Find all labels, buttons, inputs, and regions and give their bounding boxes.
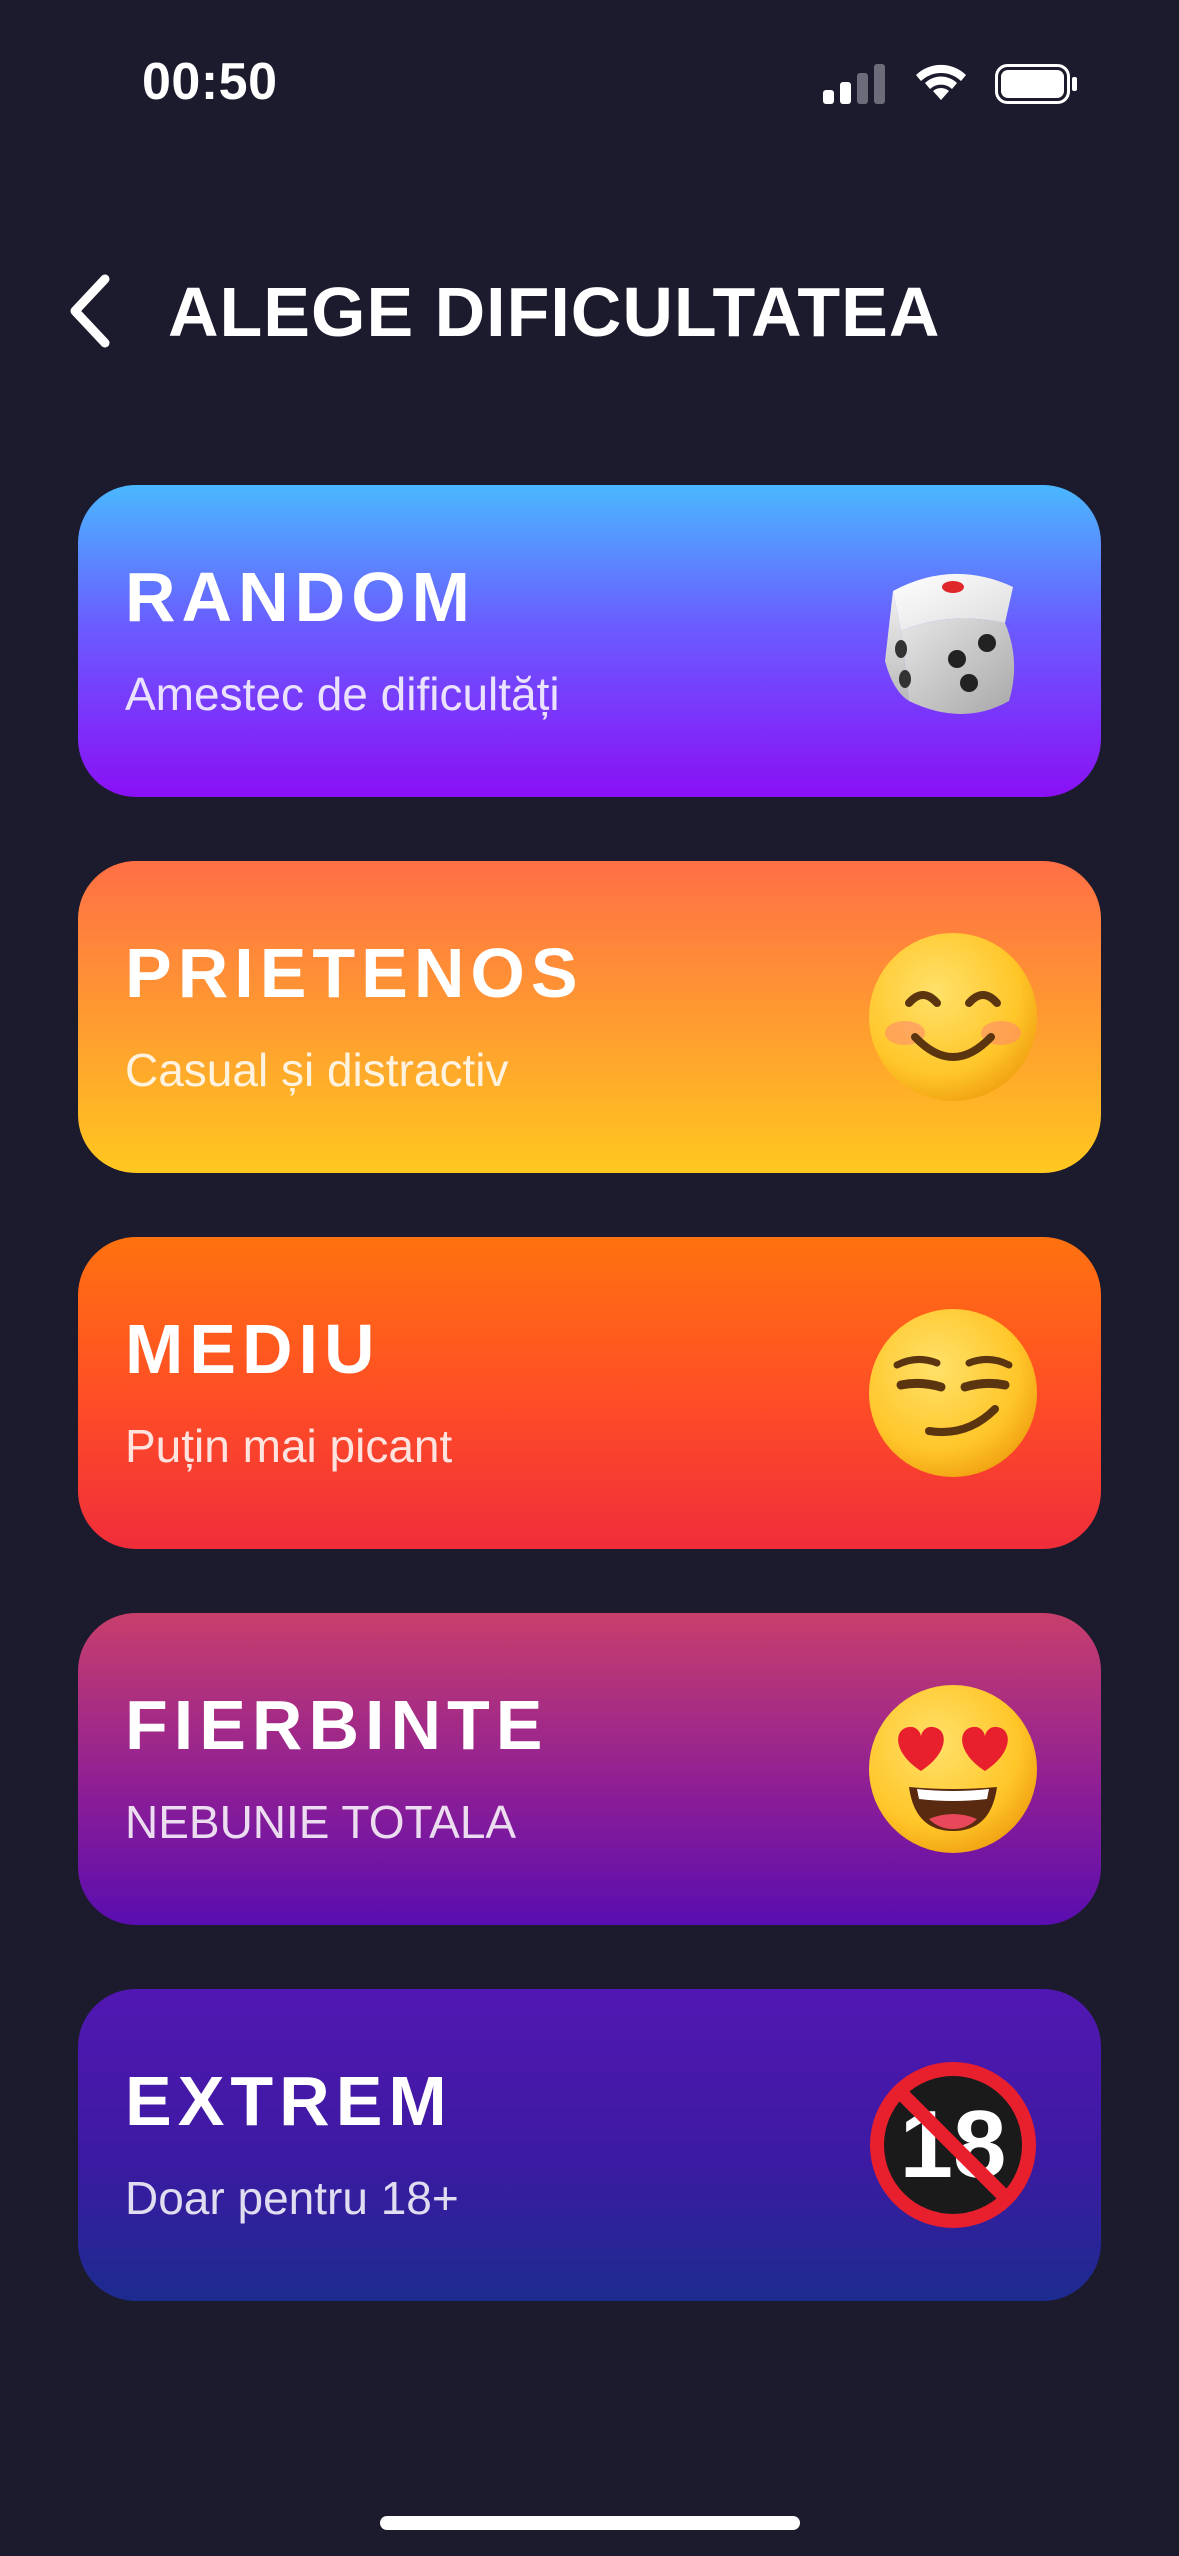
home-indicator[interactable]	[380, 2516, 800, 2530]
wifi-icon	[916, 64, 966, 100]
card-title: MEDIU	[125, 1310, 381, 1388]
page-title: ALEGE DIFICULTATEA	[168, 273, 941, 351]
difficulty-card-fierbinte[interactable]: FIERBINTE NEBUNIE TOTALA	[78, 1613, 1101, 1925]
difficulty-card-mediu[interactable]: MEDIU Puțin mai picant	[78, 1237, 1101, 1549]
smiling-face-icon	[869, 933, 1037, 1101]
card-title: FIERBINTE	[125, 1686, 549, 1764]
difficulty-list: RANDOM Amestec de dificultăți PRIETENOS …	[78, 485, 1101, 2365]
heart-eyes-face-icon	[869, 1685, 1037, 1853]
status-icons	[823, 64, 1079, 104]
card-subtitle: Casual și distractiv	[125, 1044, 509, 1096]
back-button[interactable]	[50, 266, 130, 356]
difficulty-card-random[interactable]: RANDOM Amestec de dificultăți	[78, 485, 1101, 797]
card-subtitle: NEBUNIE TOTALA	[125, 1796, 517, 1848]
header: ALEGE DIFICULTATEA	[0, 250, 1179, 370]
status-bar: 00:50	[0, 0, 1179, 150]
difficulty-card-prietenos[interactable]: PRIETENOS Casual și distractiv	[78, 861, 1101, 1173]
smirking-face-icon	[869, 1309, 1037, 1477]
difficulty-card-extrem[interactable]: EXTREM Doar pentru 18+ 18	[78, 1989, 1101, 2301]
card-title: EXTREM	[125, 2062, 453, 2140]
card-title: PRIETENOS	[125, 934, 584, 1012]
card-subtitle: Amestec de dificultăți	[125, 668, 560, 720]
card-title: RANDOM	[125, 558, 476, 636]
card-subtitle: Doar pentru 18+	[125, 2172, 459, 2224]
status-time: 00:50	[142, 53, 278, 111]
card-subtitle: Puțin mai picant	[125, 1420, 453, 1472]
cellular-signal-icon	[823, 64, 885, 104]
chevron-left-icon	[70, 274, 110, 348]
dice-icon	[885, 573, 1015, 714]
battery-icon	[995, 64, 1077, 104]
no-one-under-eighteen-icon: 18	[870, 2062, 1036, 2228]
